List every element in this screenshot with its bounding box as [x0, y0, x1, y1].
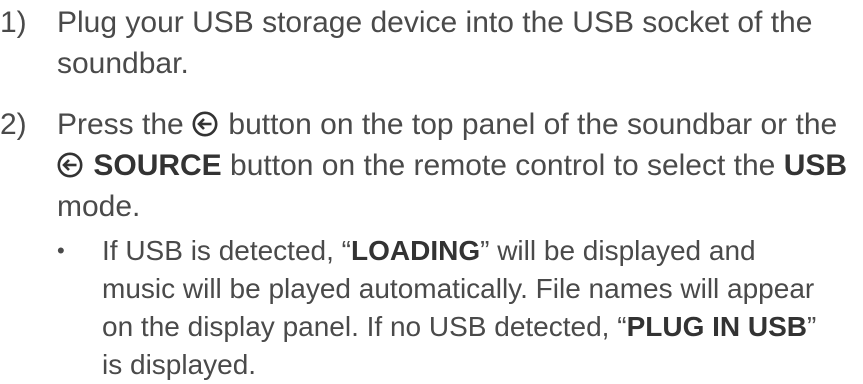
step-2-text-end: mode.: [57, 190, 141, 223]
step-number: 1): [0, 6, 27, 39]
step-number: 2): [0, 108, 27, 141]
step-text: Press the button on the top panel of the…: [57, 104, 857, 227]
step-1-text: Plug your USB storage device into the US…: [57, 6, 813, 80]
note-text: If USB is detected, “LOADING” will be di…: [102, 232, 822, 384]
source-label: SOURCE: [93, 149, 222, 182]
bullet: •: [57, 238, 65, 263]
note-part-1: If USB is detected, “: [102, 235, 351, 266]
plug-in-usb-label: PLUG IN USB: [626, 311, 808, 342]
source-icon: [57, 152, 83, 178]
usb-label: USB: [783, 149, 848, 182]
step-2-text-after-source: button on the remote control to select t…: [221, 149, 784, 182]
loading-label: LOADING: [351, 235, 481, 266]
step-2-text-after-icon: button on the top panel of the soundbar …: [220, 108, 838, 141]
step-2-text-before-icon: Press the: [57, 108, 193, 141]
instruction-page: 1) Plug your USB storage device into the…: [0, 0, 863, 380]
step-text: Plug your USB storage device into the US…: [57, 2, 857, 84]
source-icon: [192, 111, 218, 137]
